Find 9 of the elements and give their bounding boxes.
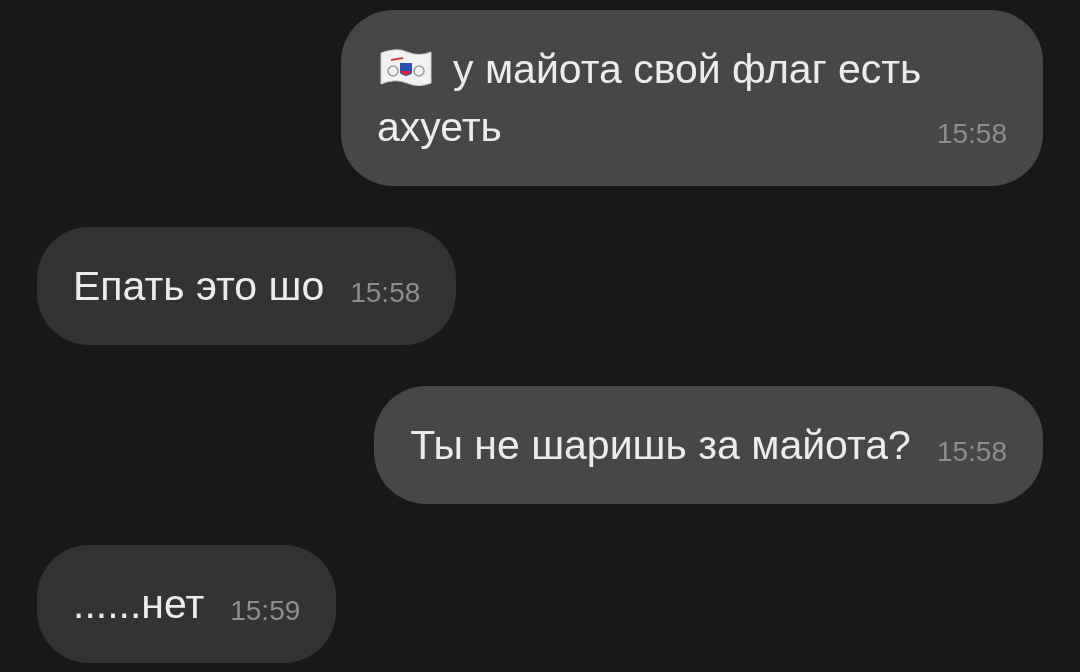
message-time: 15:58 xyxy=(936,118,1007,150)
message-text: Ты не шаришь за майота? xyxy=(410,422,911,468)
message-time: 15:59 xyxy=(230,595,301,627)
message-text: ......нет xyxy=(73,581,205,627)
message-time: 15:58 xyxy=(350,277,421,309)
message-text: Епать это шо xyxy=(73,263,325,309)
message-text: у майота свой флаг есть ахуеть xyxy=(377,46,922,150)
message-time: 15:58 xyxy=(936,436,1007,468)
flag-icon xyxy=(377,47,435,89)
